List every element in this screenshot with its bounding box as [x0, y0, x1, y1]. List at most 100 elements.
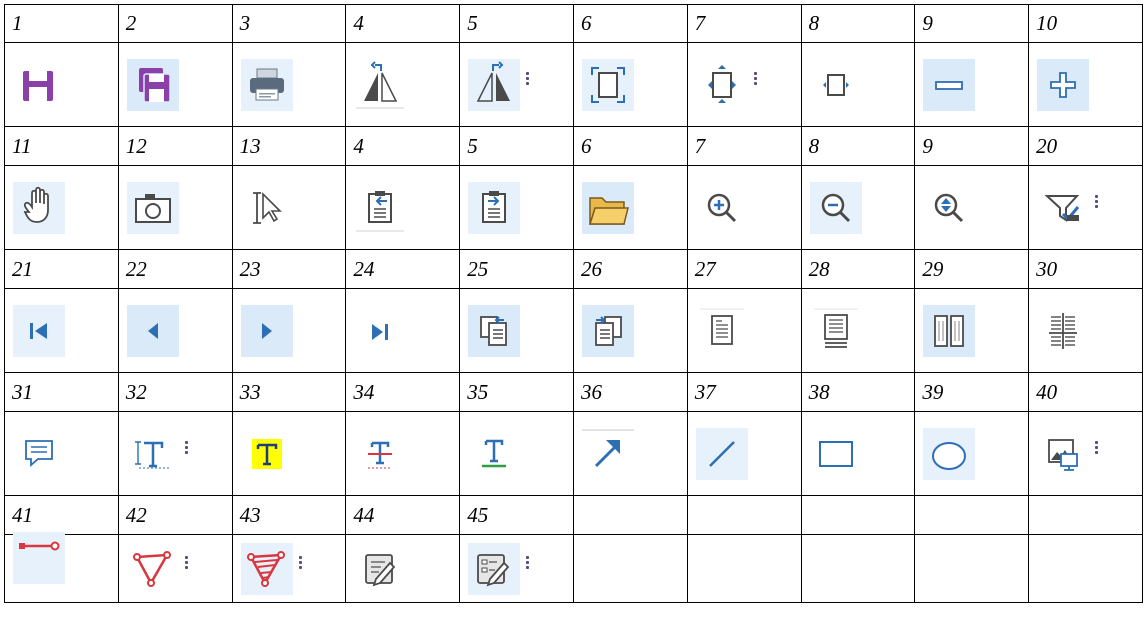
folder-icon[interactable] [581, 181, 634, 234]
cell-number: 6 [572, 4, 688, 43]
cell-number: 9 [914, 126, 1030, 166]
icon-cell [459, 165, 574, 250]
highlight-text-icon[interactable] [241, 428, 293, 480]
icon-cell [345, 42, 461, 127]
zoom-out-icon[interactable] [809, 181, 862, 234]
last-page-icon[interactable] [354, 305, 406, 357]
previous-page-icon[interactable] [126, 304, 179, 357]
icon-cell [572, 288, 688, 373]
icon-cell [345, 165, 461, 250]
split-view-icon[interactable] [1037, 305, 1089, 357]
icon-cell [459, 411, 574, 496]
two-page-icon[interactable] [923, 304, 976, 357]
edit-form-icon[interactable] [468, 542, 530, 595]
edit-document-icon[interactable] [354, 543, 406, 595]
empty-cell [572, 534, 688, 603]
icon-cell [1028, 165, 1143, 250]
cell-number [686, 495, 802, 535]
icon-cell [800, 165, 916, 250]
icon-cell [4, 288, 119, 373]
polygon-icon[interactable] [127, 543, 188, 595]
save-all-icon[interactable] [126, 58, 179, 111]
arrow-icon[interactable] [581, 428, 634, 480]
icon-row [4, 411, 1143, 496]
more-icon [526, 71, 530, 94]
more-icon [526, 555, 530, 578]
cell-number [1028, 495, 1143, 535]
number-row: 41 42 43 44 45 [4, 495, 1143, 535]
fit-page-icon[interactable] [581, 58, 634, 111]
icon-cell [4, 531, 119, 603]
text-select-icon[interactable] [241, 182, 293, 234]
empty-cell [686, 534, 802, 603]
cell-number: 22 [117, 249, 233, 289]
ellipse-icon[interactable] [923, 427, 976, 480]
cell-number: 43 [231, 495, 347, 535]
cell-number: 28 [800, 249, 916, 289]
cell-number: 41 [4, 495, 119, 535]
more-icon [184, 440, 189, 463]
cell-number [914, 495, 1030, 535]
comment-icon[interactable] [13, 428, 65, 480]
zoom-in-icon[interactable] [696, 182, 748, 234]
cell-number: 2 [117, 4, 233, 43]
line-icon[interactable] [695, 427, 748, 480]
save-icon[interactable] [13, 59, 65, 111]
cell-number: 44 [345, 495, 461, 535]
icon-row [4, 165, 1143, 250]
icon-cell [231, 165, 347, 250]
plus-icon[interactable] [1037, 58, 1090, 111]
cell-number: 10 [1028, 4, 1143, 43]
cell-number: 8 [800, 4, 916, 43]
rectangle-icon[interactable] [810, 428, 862, 480]
icon-cell [914, 411, 1030, 496]
first-page-icon[interactable] [13, 304, 65, 357]
underline-text-icon[interactable] [468, 428, 520, 480]
stamp-image-icon[interactable] [1037, 428, 1099, 480]
hand-tool-icon[interactable] [13, 181, 65, 234]
single-page-icon[interactable] [696, 305, 748, 357]
cell-number: 25 [459, 249, 574, 289]
actual-size-icon[interactable] [810, 59, 862, 111]
fit-width-icon[interactable] [696, 59, 757, 111]
icon-cell [117, 288, 233, 373]
icon-cell [345, 288, 461, 373]
continuous-page-icon[interactable] [810, 305, 862, 357]
insert-text-icon[interactable] [127, 428, 188, 480]
filter-check-icon[interactable] [1037, 182, 1099, 234]
previous-document-icon[interactable] [468, 304, 521, 357]
cell-number: 4 [345, 126, 461, 166]
icon-cell [117, 534, 233, 603]
icon-cell [1028, 288, 1143, 373]
print-icon[interactable] [240, 58, 293, 111]
icon-cell [459, 42, 574, 127]
cell-number: 4 [345, 4, 461, 43]
cell-number: 36 [572, 372, 688, 412]
export-document-icon[interactable] [468, 181, 521, 234]
icon-cell [4, 411, 119, 496]
flip-horizontal-icon[interactable] [354, 59, 406, 111]
cell-number: 23 [231, 249, 347, 289]
icon-cell [459, 288, 574, 373]
cell-number: 12 [117, 126, 233, 166]
icon-cell [800, 288, 916, 373]
cell-number: 21 [4, 249, 119, 289]
zoom-fit-icon[interactable] [923, 182, 975, 234]
flip-vertical-icon[interactable] [468, 58, 530, 111]
cell-number: 37 [686, 372, 802, 412]
strikeout-text-icon[interactable] [354, 428, 406, 480]
minus-icon[interactable] [923, 58, 976, 111]
next-page-icon[interactable] [240, 304, 293, 357]
cell-number: 3 [231, 4, 347, 43]
polygon-hatched-icon[interactable] [240, 542, 302, 595]
next-document-icon[interactable] [581, 304, 634, 357]
distance-measure-icon[interactable] [13, 531, 65, 584]
cell-number [572, 495, 688, 535]
more-icon [1095, 194, 1099, 217]
number-row: 1 2 3 4 5 6 7 8 9 10 [4, 4, 1143, 43]
import-document-icon[interactable] [354, 182, 406, 234]
empty-cell [1028, 534, 1143, 603]
cell-number: 1 [4, 4, 119, 43]
icon-cell [914, 288, 1030, 373]
camera-icon[interactable] [126, 181, 179, 234]
